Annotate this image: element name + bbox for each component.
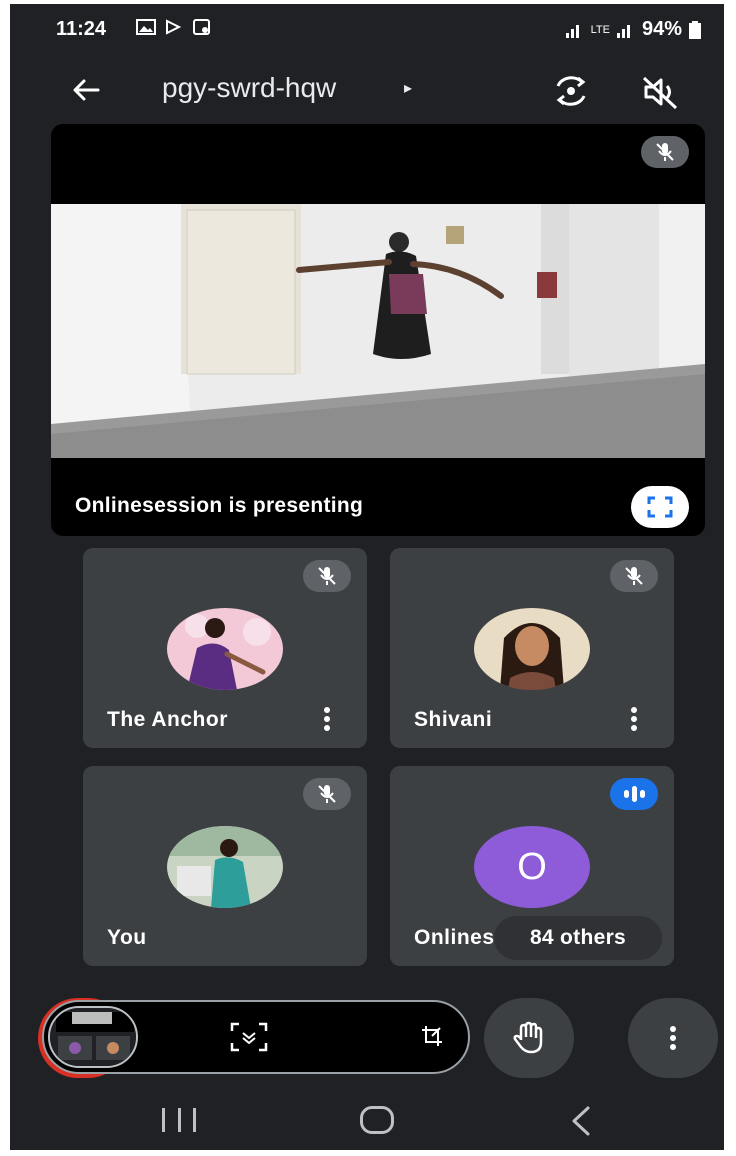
mic-off-icon (625, 567, 643, 585)
pip-preview (50, 1008, 136, 1066)
mic-off-icon (318, 567, 336, 585)
status-time: 11:24 (56, 18, 107, 40)
presentation-tile[interactable]: Onlinesession is presenting (51, 124, 705, 536)
network-label: LTE (590, 23, 610, 36)
dancer-video-frame (51, 204, 705, 458)
presenting-label: Onlinesession is presenting (75, 494, 364, 517)
back-arrow-icon[interactable] (66, 70, 106, 110)
speaker-off-icon[interactable] (638, 70, 682, 114)
expand-icon[interactable] (230, 1022, 268, 1052)
nav-back-icon[interactable] (568, 1104, 594, 1138)
fullscreen-icon (647, 496, 673, 518)
participant-options-button[interactable] (317, 704, 337, 734)
battery-icon (689, 20, 701, 39)
more-options-button[interactable] (628, 998, 718, 1078)
participant-name: The Anchor (107, 708, 228, 731)
raise-hand-button[interactable] (484, 998, 574, 1078)
mic-off-icon (656, 143, 674, 161)
mute-indicator (303, 778, 351, 810)
you-photo (167, 826, 283, 908)
pip-thumbnail[interactable] (48, 1006, 138, 1068)
avatar: O (474, 826, 590, 908)
shivani-photo (474, 608, 590, 690)
avatar (167, 826, 283, 908)
meeting-code-arrow[interactable]: ▸ (404, 78, 412, 98)
status-right: LTE 94% (565, 18, 702, 41)
fullscreen-button[interactable] (631, 486, 689, 528)
participant-name: Shivani (414, 708, 493, 731)
participant-options-button[interactable] (624, 704, 644, 734)
signal-2-icon (616, 24, 630, 38)
meet-screen: 11:24 LTE 94% pgy-swrd-hqw ▸ Onlinesessi… (10, 4, 724, 1150)
participant-tile-the-anchor[interactable]: The Anchor (83, 548, 367, 748)
avatar (167, 608, 283, 690)
mute-indicator (303, 560, 351, 592)
participant-tile-you[interactable]: You (83, 766, 367, 966)
hand-icon (513, 1021, 543, 1054)
screen-notification-icon (193, 19, 210, 35)
participant-tile-shivani[interactable]: Shivani (390, 548, 674, 748)
camera-switch-icon[interactable] (548, 68, 594, 114)
avatar (474, 608, 590, 690)
meeting-code[interactable]: pgy-swrd-hqw (162, 72, 336, 104)
others-count-chip[interactable]: 84 others (494, 916, 662, 960)
mute-indicator (610, 560, 658, 592)
system-nav-bar (10, 1092, 724, 1150)
recent-apps-button[interactable] (162, 1108, 196, 1134)
signal-icon (565, 24, 579, 38)
more-vert-icon (670, 1026, 676, 1050)
meeting-header: pgy-swrd-hqw ▸ (10, 64, 724, 120)
speaking-indicator (610, 778, 658, 810)
image-notification-icon (136, 19, 156, 35)
mic-off-icon (318, 785, 336, 803)
shared-video (51, 204, 705, 458)
call-controls (10, 994, 724, 1090)
status-bar: 11:24 LTE 94% (10, 4, 724, 56)
participant-name: Onlinese (414, 926, 507, 949)
home-button[interactable] (360, 1106, 394, 1134)
play-notification-icon (166, 19, 182, 35)
notification-icons (136, 18, 212, 36)
participant-name: You (107, 926, 147, 949)
anchor-photo (167, 608, 283, 690)
picture-in-picture-bar[interactable] (42, 1000, 470, 1074)
presenter-mute-indicator (641, 136, 689, 168)
crop-icon[interactable] (420, 1024, 444, 1048)
battery-level: 94% (641, 18, 682, 40)
